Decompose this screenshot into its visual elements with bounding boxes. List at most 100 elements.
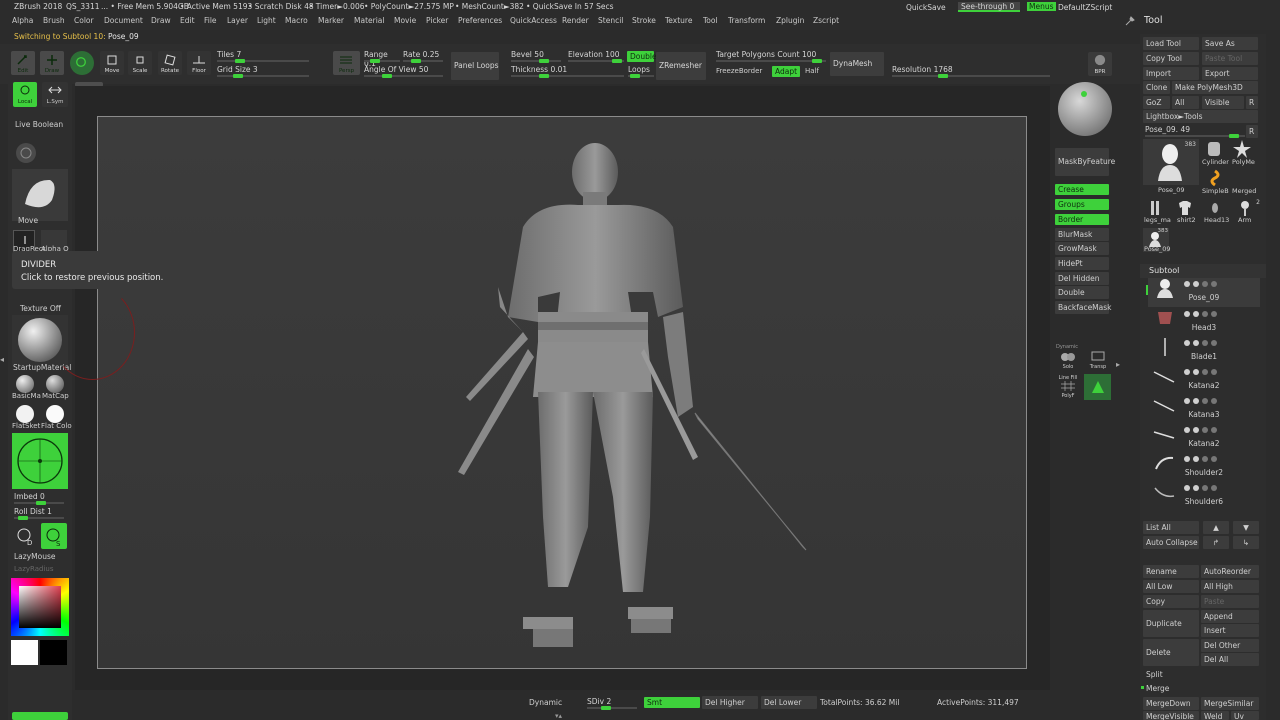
- half-button[interactable]: Half: [805, 67, 819, 75]
- imbed-slider[interactable]: Imbed 0: [14, 492, 64, 505]
- delete-button[interactable]: Delete: [1143, 639, 1199, 666]
- bottom-tray-arrow-icon[interactable]: ▾▴: [555, 712, 562, 720]
- menu-zplugin[interactable]: Zplugin: [776, 16, 804, 25]
- del-other-button[interactable]: Del Other: [1201, 639, 1259, 652]
- brush-thumbnail[interactable]: [12, 169, 68, 221]
- tiles-slider[interactable]: Tiles 7: [217, 50, 309, 63]
- menu-quickaccess[interactable]: QuickAccess: [510, 16, 557, 25]
- menu-alpha[interactable]: Alpha: [12, 16, 33, 25]
- menu-stroke[interactable]: Stroke: [632, 16, 656, 25]
- mergevisible-button[interactable]: MergeVisible: [1143, 711, 1199, 720]
- range-slider[interactable]: Range 0.1: [364, 50, 400, 68]
- panel-loops-button[interactable]: Panel Loops: [451, 52, 499, 80]
- tool-thumb-shirt2[interactable]: [1176, 199, 1196, 217]
- groups-button[interactable]: Groups: [1055, 199, 1109, 210]
- solo-button[interactable]: Solo: [1056, 350, 1080, 370]
- current-tool-slider[interactable]: Pose_09. 49: [1145, 125, 1245, 138]
- lazymouse-d-button[interactable]: D: [14, 525, 36, 547]
- goz-r-button[interactable]: R: [1246, 96, 1258, 109]
- hidept-button[interactable]: HidePt: [1055, 257, 1109, 270]
- rate-slider[interactable]: Rate 0.25: [403, 50, 443, 63]
- tool-thumb-pose09[interactable]: 383: [1143, 139, 1199, 185]
- roll-dist-slider[interactable]: Roll Dist 1: [14, 507, 64, 520]
- goz-button[interactable]: GoZ: [1143, 96, 1170, 109]
- subtool-row[interactable]: Katana2: [1148, 366, 1260, 395]
- rename-button[interactable]: Rename: [1143, 565, 1199, 578]
- bottom-left-slider[interactable]: [12, 712, 68, 720]
- tool-thumb-legs[interactable]: [1146, 199, 1166, 217]
- color-square[interactable]: [19, 586, 61, 628]
- left-tray-arrow-icon[interactable]: ◂: [0, 355, 6, 377]
- draw-button[interactable]: Draw: [40, 51, 64, 75]
- subtool-toggles[interactable]: [1184, 484, 1254, 492]
- live-boolean-button[interactable]: Live Boolean: [15, 120, 63, 129]
- menus-button[interactable]: Menus: [1027, 2, 1056, 11]
- goz-visible-button[interactable]: Visible: [1202, 96, 1244, 109]
- autoreorder-button[interactable]: AutoReorder: [1201, 565, 1259, 578]
- matcap-material-icon[interactable]: [46, 375, 64, 393]
- growmask-button[interactable]: GrowMask: [1055, 242, 1109, 255]
- thickness-slider[interactable]: Thickness 0.01: [511, 65, 624, 78]
- double-button[interactable]: Double: [627, 51, 657, 62]
- arrow-up-right-icon[interactable]: ↱: [1203, 536, 1229, 549]
- menu-document[interactable]: Document: [104, 16, 143, 25]
- flat-sketch-material-icon[interactable]: [16, 405, 34, 423]
- polygroup-view-button[interactable]: [1084, 374, 1111, 400]
- lsym-button[interactable]: L.Sym: [42, 82, 68, 107]
- elevation-slider[interactable]: Elevation 100: [568, 50, 624, 63]
- basic-material-icon[interactable]: [16, 375, 34, 393]
- all-high-button[interactable]: All High: [1201, 580, 1259, 593]
- move-button[interactable]: Move: [100, 51, 124, 75]
- menu-marker[interactable]: Marker: [318, 16, 344, 25]
- bevel-slider[interactable]: Bevel 50: [511, 50, 561, 63]
- scale-button[interactable]: Scale: [128, 51, 152, 75]
- subtool-row[interactable]: Head3: [1148, 308, 1260, 337]
- save-as-button[interactable]: Save As: [1202, 37, 1258, 50]
- import-button[interactable]: Import: [1143, 67, 1199, 80]
- target-polygons-slider[interactable]: Target Polygons Count 100: [716, 50, 826, 63]
- menu-transform[interactable]: Transform: [728, 16, 765, 25]
- subtool-toggles[interactable]: [1184, 339, 1254, 347]
- smt-button[interactable]: Smt: [644, 697, 700, 708]
- export-button[interactable]: Export: [1202, 67, 1258, 80]
- tool-thumb-head13[interactable]: [1206, 199, 1226, 217]
- clone-button[interactable]: Clone: [1143, 81, 1170, 94]
- menu-texture[interactable]: Texture: [665, 16, 692, 25]
- menu-macro[interactable]: Macro: [285, 16, 308, 25]
- lightbox-tools-button[interactable]: Lightbox►Tools: [1143, 110, 1258, 123]
- main-color-swatch[interactable]: [11, 640, 38, 665]
- mergesimilar-button[interactable]: MergeSimilar: [1201, 697, 1259, 710]
- color-picker[interactable]: [11, 578, 69, 636]
- see-through-slider[interactable]: See-through 0: [958, 2, 1020, 12]
- subtool-toggles[interactable]: [1184, 368, 1254, 376]
- split-menu[interactable]: Split: [1146, 670, 1163, 679]
- paste-tool-button[interactable]: Paste Tool: [1202, 52, 1258, 65]
- adapt-button[interactable]: Adapt: [772, 66, 800, 77]
- subtool-row[interactable]: Pose_09: [1148, 278, 1260, 307]
- make-polymesh-button[interactable]: Make PolyMesh3D: [1172, 81, 1258, 94]
- dynamic-mode-button[interactable]: [16, 143, 36, 163]
- menu-stencil[interactable]: Stencil: [598, 16, 623, 25]
- polyf-button[interactable]: Line Fill PolyF: [1056, 375, 1080, 399]
- subtool-toggles[interactable]: [1184, 280, 1254, 288]
- right-tray-arrow-icon[interactable]: ▸: [1116, 360, 1120, 369]
- character-model[interactable]: [98, 117, 1028, 670]
- menu-edit[interactable]: Edit: [180, 16, 195, 25]
- zremesher-button[interactable]: ZRemesher: [656, 52, 706, 80]
- move-down-arrow-icon[interactable]: ▼: [1233, 521, 1259, 534]
- paste-subtool-button[interactable]: Paste: [1201, 595, 1259, 608]
- edit-button[interactable]: Edit: [11, 51, 35, 75]
- subtool-row[interactable]: Katana3: [1148, 395, 1260, 424]
- del-hidden-button[interactable]: Del Hidden: [1055, 272, 1109, 285]
- bpr-button[interactable]: BPR: [1088, 52, 1112, 76]
- subtool-toggles[interactable]: [1184, 426, 1254, 434]
- dynamic-subdiv-button[interactable]: Dynamic: [529, 698, 562, 707]
- auto-collapse-button[interactable]: Auto Collapse: [1143, 536, 1199, 549]
- double-sided-button[interactable]: Double: [1055, 286, 1109, 299]
- menu-zscript[interactable]: Zscript: [813, 16, 839, 25]
- subtool-toggles[interactable]: [1184, 310, 1254, 318]
- del-higher-button[interactable]: Del Higher: [702, 696, 758, 709]
- tool-r-button[interactable]: R: [1246, 125, 1258, 138]
- list-all-button[interactable]: List All: [1143, 521, 1199, 534]
- tool-thumb-simplebrush[interactable]: [1206, 169, 1226, 187]
